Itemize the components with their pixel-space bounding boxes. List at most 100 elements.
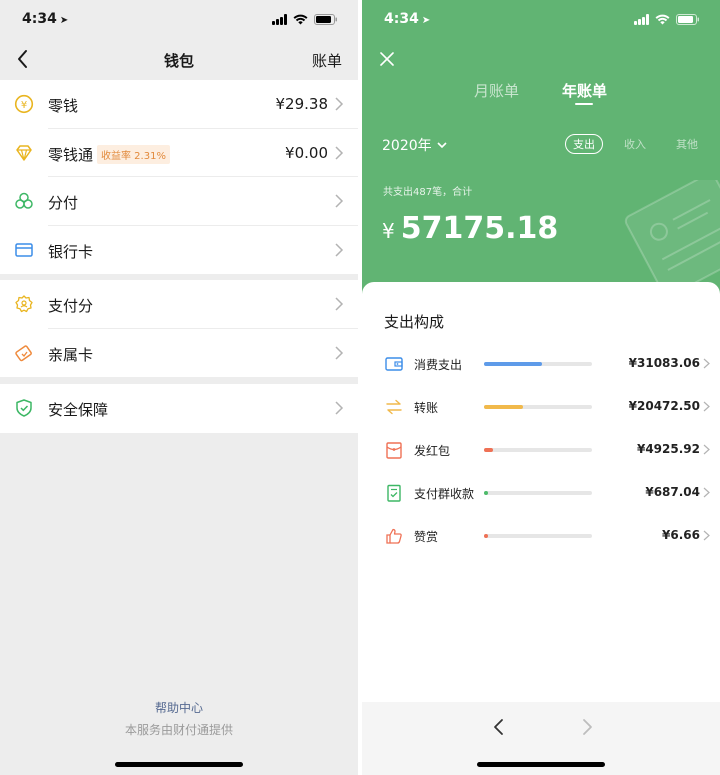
row-bank-card[interactable]: 银行卡 xyxy=(0,226,358,275)
row-fenfu[interactable]: 分付 xyxy=(0,177,358,226)
row-value: ¥29.38 xyxy=(275,95,329,113)
browser-nav-bar xyxy=(362,702,720,775)
row-label: 亲属卡 xyxy=(48,345,94,364)
category-bar xyxy=(484,491,592,495)
chevron-right-icon xyxy=(335,194,344,208)
location-arrow-icon: ➤ xyxy=(59,15,69,26)
battery-icon xyxy=(676,14,700,25)
category-bar-fill xyxy=(484,362,543,366)
status-time: 4:34 ➤ xyxy=(384,11,430,27)
svg-text:¥: ¥ xyxy=(21,100,27,111)
category-bar xyxy=(484,448,592,452)
row-pay-score[interactable]: 支付分 xyxy=(0,280,358,329)
pay-score-icon xyxy=(15,295,33,313)
nav-back-icon[interactable] xyxy=(492,717,506,737)
category-name: 发红包 xyxy=(414,444,451,458)
yield-badge: 收益率 2.31% xyxy=(97,144,170,164)
currency-symbol: ¥ xyxy=(382,219,395,243)
row-label: 支付分 xyxy=(48,297,94,315)
wifi-icon xyxy=(293,14,308,25)
receipt-decoration-icon xyxy=(624,180,720,290)
filter-income[interactable]: 收入 xyxy=(624,136,646,152)
year-selector[interactable]: 2020年 xyxy=(382,135,447,155)
chevron-right-icon xyxy=(703,487,710,498)
category-row[interactable]: 转账 ¥20472.50 xyxy=(362,397,720,440)
home-indicator[interactable] xyxy=(477,762,605,767)
category-bar xyxy=(484,362,592,366)
help-center-link[interactable]: 帮助中心 xyxy=(0,699,358,716)
close-icon[interactable] xyxy=(378,50,396,68)
category-bar xyxy=(484,405,592,409)
row-family-card[interactable]: 亲属卡 xyxy=(0,329,358,378)
category-row[interactable]: 消费支出 ¥31083.06 xyxy=(362,354,720,397)
wallet-header: 钱包 账单 xyxy=(0,40,358,80)
category-amount: ¥6.66 xyxy=(662,528,700,542)
category-name: 消费支出 xyxy=(414,358,463,372)
filter-expense[interactable]: 支出 xyxy=(565,134,603,154)
category-name: 赞赏 xyxy=(414,530,439,544)
location-arrow-icon: ➤ xyxy=(421,15,431,26)
category-row[interactable]: 发红包 ¥4925.92 xyxy=(362,440,720,483)
family-card-icon xyxy=(15,344,32,361)
section-title: 支出构成 xyxy=(384,313,445,331)
annual-bill-screen: 4:34 ➤ 月账单 年账单 2020年 支出 收入 其他 共支出487笔，合计… xyxy=(362,0,720,775)
wallet-group-credit: 支付分 亲属卡 xyxy=(0,280,358,377)
filter-other[interactable]: 其他 xyxy=(676,136,698,152)
chevron-right-icon xyxy=(703,401,710,412)
row-label: 零钱 xyxy=(48,97,79,115)
chevron-right-icon xyxy=(703,530,710,541)
status-time-text: 4:34 xyxy=(384,11,419,27)
bill-link[interactable]: 账单 xyxy=(312,50,342,71)
bank-card-icon xyxy=(15,242,33,257)
signal-icon xyxy=(634,14,649,25)
active-tab-indicator xyxy=(575,103,593,105)
category-amount: ¥31083.06 xyxy=(628,356,700,370)
signal-icon xyxy=(272,14,287,25)
category-name: 支付群收款 xyxy=(414,487,475,501)
red-packet-icon xyxy=(386,442,402,459)
status-bar: 4:34 ➤ xyxy=(362,0,720,40)
row-label: 零钱通 xyxy=(48,145,94,164)
page-title: 钱包 xyxy=(163,52,194,70)
nav-forward-icon[interactable] xyxy=(580,717,594,737)
row-change[interactable]: ¥ 零钱 ¥29.38 xyxy=(0,80,358,129)
row-value: ¥0.00 xyxy=(285,143,328,162)
status-icons xyxy=(272,14,338,25)
category-bar-fill xyxy=(484,534,488,538)
row-change-plus[interactable]: 零钱通 收益率 2.31% ¥0.00 xyxy=(0,129,358,177)
wallet-icon xyxy=(385,357,403,371)
total-value: 57175.18 xyxy=(400,211,559,246)
row-security[interactable]: 安全保障 xyxy=(0,384,358,433)
row-label: 分付 xyxy=(48,194,79,212)
category-amount: ¥20472.50 xyxy=(628,399,700,413)
category-bar-fill xyxy=(484,405,523,409)
chevron-right-icon xyxy=(335,401,344,415)
chevron-right-icon xyxy=(335,97,344,111)
home-indicator[interactable] xyxy=(115,762,243,767)
chevron-down-icon xyxy=(437,141,447,148)
wifi-icon xyxy=(655,14,670,25)
expense-summary: 共支出487笔，合计 xyxy=(383,187,473,198)
wallet-group-security: 安全保障 xyxy=(0,384,358,433)
category-name: 转账 xyxy=(414,401,439,415)
category-amount: ¥687.04 xyxy=(645,485,700,499)
tab-annual-bill[interactable]: 年账单 xyxy=(562,80,607,101)
chevron-right-icon xyxy=(703,358,710,369)
status-time: 4:34 ➤ xyxy=(22,11,68,27)
group-collect-icon xyxy=(387,484,401,502)
status-bar: 4:34 ➤ xyxy=(0,0,358,40)
battery-icon xyxy=(314,14,338,25)
category-bar-fill xyxy=(484,448,494,452)
transfer-icon xyxy=(386,399,402,415)
diamond-icon xyxy=(16,144,32,161)
category-row[interactable]: 支付群收款 ¥687.04 xyxy=(362,483,720,526)
wallet-group-main: ¥ 零钱 ¥29.38 零钱通 收益率 2.31% ¥0.00 分付 银行卡 xyxy=(0,80,358,274)
category-row[interactable]: 赞赏 ¥6.66 xyxy=(362,526,720,569)
bill-header: 4:34 ➤ 月账单 年账单 2020年 支出 收入 其他 共支出487笔，合计… xyxy=(362,0,720,300)
tab-monthly-bill[interactable]: 月账单 xyxy=(474,80,519,101)
chevron-right-icon xyxy=(335,297,344,311)
chevron-right-icon xyxy=(335,345,344,360)
provider-note: 本服务由财付通提供 xyxy=(124,723,233,737)
thumb-up-icon xyxy=(386,528,402,544)
row-label: 安全保障 xyxy=(48,401,109,419)
